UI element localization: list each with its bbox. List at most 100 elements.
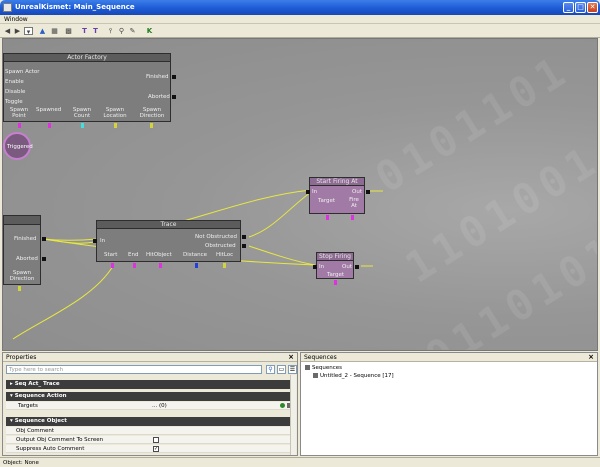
dropdown-icon[interactable]: ▾: [24, 27, 33, 36]
property-row-targets[interactable]: Targets ... (0): [6, 402, 294, 410]
object-var-pin[interactable]: [334, 280, 337, 285]
vector-var-pin[interactable]: [223, 263, 226, 268]
scrollbar[interactable]: [290, 375, 296, 455]
input-label: In: [319, 264, 325, 270]
output-comment-checkbox[interactable]: [153, 437, 159, 443]
tree-label: Untitled_2 - Sequence [17]: [320, 373, 394, 379]
add-icon[interactable]: [280, 403, 285, 408]
panel-title: Properties: [6, 354, 37, 361]
menu-bar: Window: [0, 15, 600, 24]
output-pin[interactable]: [42, 237, 46, 241]
close-button[interactable]: ✕: [587, 2, 598, 13]
property-value: ... (0): [152, 403, 167, 409]
object-var-pin[interactable]: [159, 263, 162, 268]
menu-window[interactable]: Window: [4, 16, 28, 23]
panel-title: Sequences: [304, 354, 337, 361]
search-input[interactable]: Type here to search: [6, 365, 262, 374]
minimize-button[interactable]: _: [563, 2, 574, 13]
status-bar: Object: None: [0, 457, 600, 467]
var-label: Start: [104, 252, 118, 258]
property-label: Output Obj Comment To Screen: [16, 437, 104, 443]
output-pin[interactable]: [242, 244, 246, 248]
node-title: Trace: [97, 221, 240, 229]
category-label: Seq Act_ Trace: [14, 381, 60, 387]
input-pin[interactable]: [313, 265, 317, 269]
output-pin[interactable]: [366, 190, 370, 194]
sequences-panel: Sequences × Sequences Untitled_2 - Seque…: [300, 352, 598, 456]
output-pin[interactable]: [242, 235, 246, 239]
kismet-canvas[interactable]: 0101101 1101001 0110101 Actor Factory Sp…: [2, 38, 598, 351]
output-label: Obstructed: [205, 243, 236, 249]
close-icon[interactable]: ×: [288, 353, 294, 361]
text-tag-alt-icon[interactable]: T: [91, 27, 100, 35]
back-arrow-icon[interactable]: ◀: [3, 27, 12, 35]
var-label: HitLoc: [216, 252, 234, 258]
text-tag-icon[interactable]: T: [80, 27, 89, 35]
category-sequence-object[interactable]: ▾ Sequence Object: [6, 417, 294, 426]
output-label: Out: [352, 189, 362, 195]
screenshot-icon[interactable]: ▩: [64, 27, 73, 35]
stop-firing-node[interactable]: Stop Firing In Out Target: [313, 252, 359, 285]
category-seq-act-trace[interactable]: ▸ Seq Act_ Trace: [6, 380, 294, 389]
window-title-bar[interactable]: UnrealKismet: Main_Sequence _ □ ✕: [0, 0, 600, 15]
input-label: Enable: [5, 79, 24, 85]
node-title: [4, 216, 40, 225]
maximize-button[interactable]: □: [575, 2, 586, 13]
var-label: Spawn Point: [9, 107, 29, 119]
sequence-icon: [313, 373, 318, 378]
actor-factory-node[interactable]: Actor Factory Spawn Actor Enable Disable…: [3, 53, 176, 128]
var-label: Spawn Location: [103, 107, 127, 119]
output-pin[interactable]: [355, 265, 359, 269]
input-label: In: [100, 238, 106, 244]
search-icon[interactable]: ⚲: [117, 27, 126, 35]
object-var-pin[interactable]: [351, 215, 354, 220]
object-var-pin[interactable]: [326, 215, 329, 220]
wire-not-obstructed: [248, 191, 312, 238]
object-var-pin[interactable]: [133, 263, 136, 268]
vector-var-pin[interactable]: [150, 123, 153, 128]
suppress-comment-checkbox[interactable]: ✓: [153, 446, 159, 452]
int-var-pin[interactable]: [81, 123, 84, 128]
input-pin[interactable]: [93, 239, 97, 243]
status-text: Object: None: [3, 460, 39, 466]
start-firing-at-node[interactable]: Start Firing At In Out Target Fire At: [306, 177, 370, 220]
output-label: Finished: [14, 236, 37, 242]
node-title: Start Firing At: [310, 178, 364, 186]
float-var-pin[interactable]: [195, 263, 198, 268]
output-label: Not Obstructed: [195, 234, 238, 240]
options-icon[interactable]: ☰: [288, 365, 297, 374]
tree-item-root[interactable]: Sequences: [305, 365, 342, 371]
property-label: Suppress Auto Comment: [16, 446, 85, 452]
forward-arrow-icon[interactable]: ▶: [13, 27, 22, 35]
trace-node[interactable]: Trace In Not Obstructed Obstructed Start…: [93, 220, 246, 268]
object-var-pin[interactable]: [18, 123, 21, 128]
output-label: Aborted: [148, 94, 170, 100]
input-pin[interactable]: [306, 190, 310, 194]
var-label: Fire At: [349, 197, 359, 209]
output-pin[interactable]: [172, 95, 176, 99]
kismet-icon[interactable]: K: [145, 27, 154, 35]
left-node[interactable]: Finished Aborted Spawn Direction: [3, 215, 46, 291]
lock-icon[interactable]: ▭: [277, 365, 286, 374]
vector-var-pin[interactable]: [114, 123, 117, 128]
tree-item-sequence[interactable]: Untitled_2 - Sequence [17]: [313, 373, 394, 379]
output-pin[interactable]: [172, 75, 176, 79]
vector-var-pin[interactable]: [18, 286, 21, 291]
property-row-output-comment[interactable]: Output Obj Comment To Screen: [6, 436, 294, 444]
pin-icon[interactable]: ⫯: [106, 27, 115, 35]
parent-sequence-icon[interactable]: ▲: [38, 27, 47, 35]
output-pin[interactable]: [42, 257, 46, 261]
wrench-icon[interactable]: ✎: [128, 27, 137, 35]
var-label: End: [128, 252, 139, 258]
object-var-pin[interactable]: [48, 123, 51, 128]
input-label: Disable: [5, 89, 26, 95]
close-icon[interactable]: ×: [588, 353, 594, 361]
property-row-suppress-comment[interactable]: Suppress Auto Comment ✓: [6, 445, 294, 453]
output-label: Finished: [146, 74, 169, 80]
object-var-pin[interactable]: [111, 263, 114, 268]
property-label: Obj Comment: [16, 428, 55, 434]
category-sequence-action[interactable]: ▾ Sequence Action: [6, 392, 294, 401]
search-icon[interactable]: ⚲: [266, 365, 275, 374]
open-icon[interactable]: ▦: [50, 27, 59, 35]
property-row-obj-comment[interactable]: Obj Comment: [6, 427, 294, 435]
